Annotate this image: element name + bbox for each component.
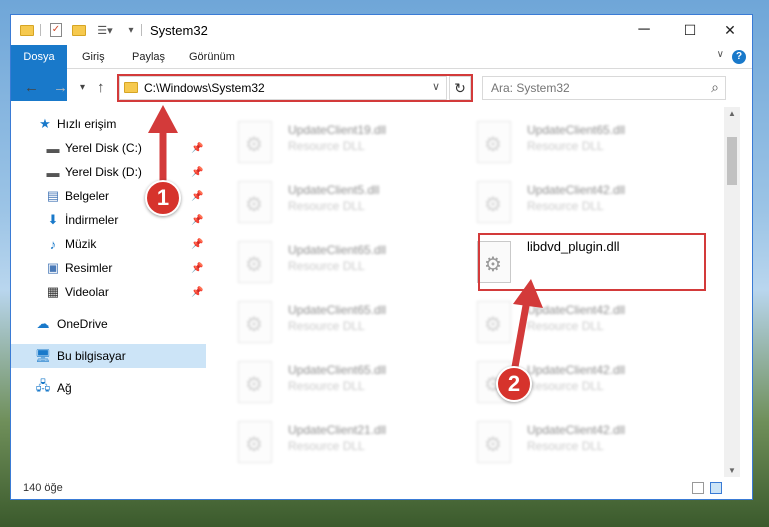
annotation-arrows [148, 105, 543, 379]
step-2-badge: 2 [496, 366, 532, 402]
step-1-badge: 1 [145, 180, 181, 216]
arrow-2 [509, 279, 543, 379]
